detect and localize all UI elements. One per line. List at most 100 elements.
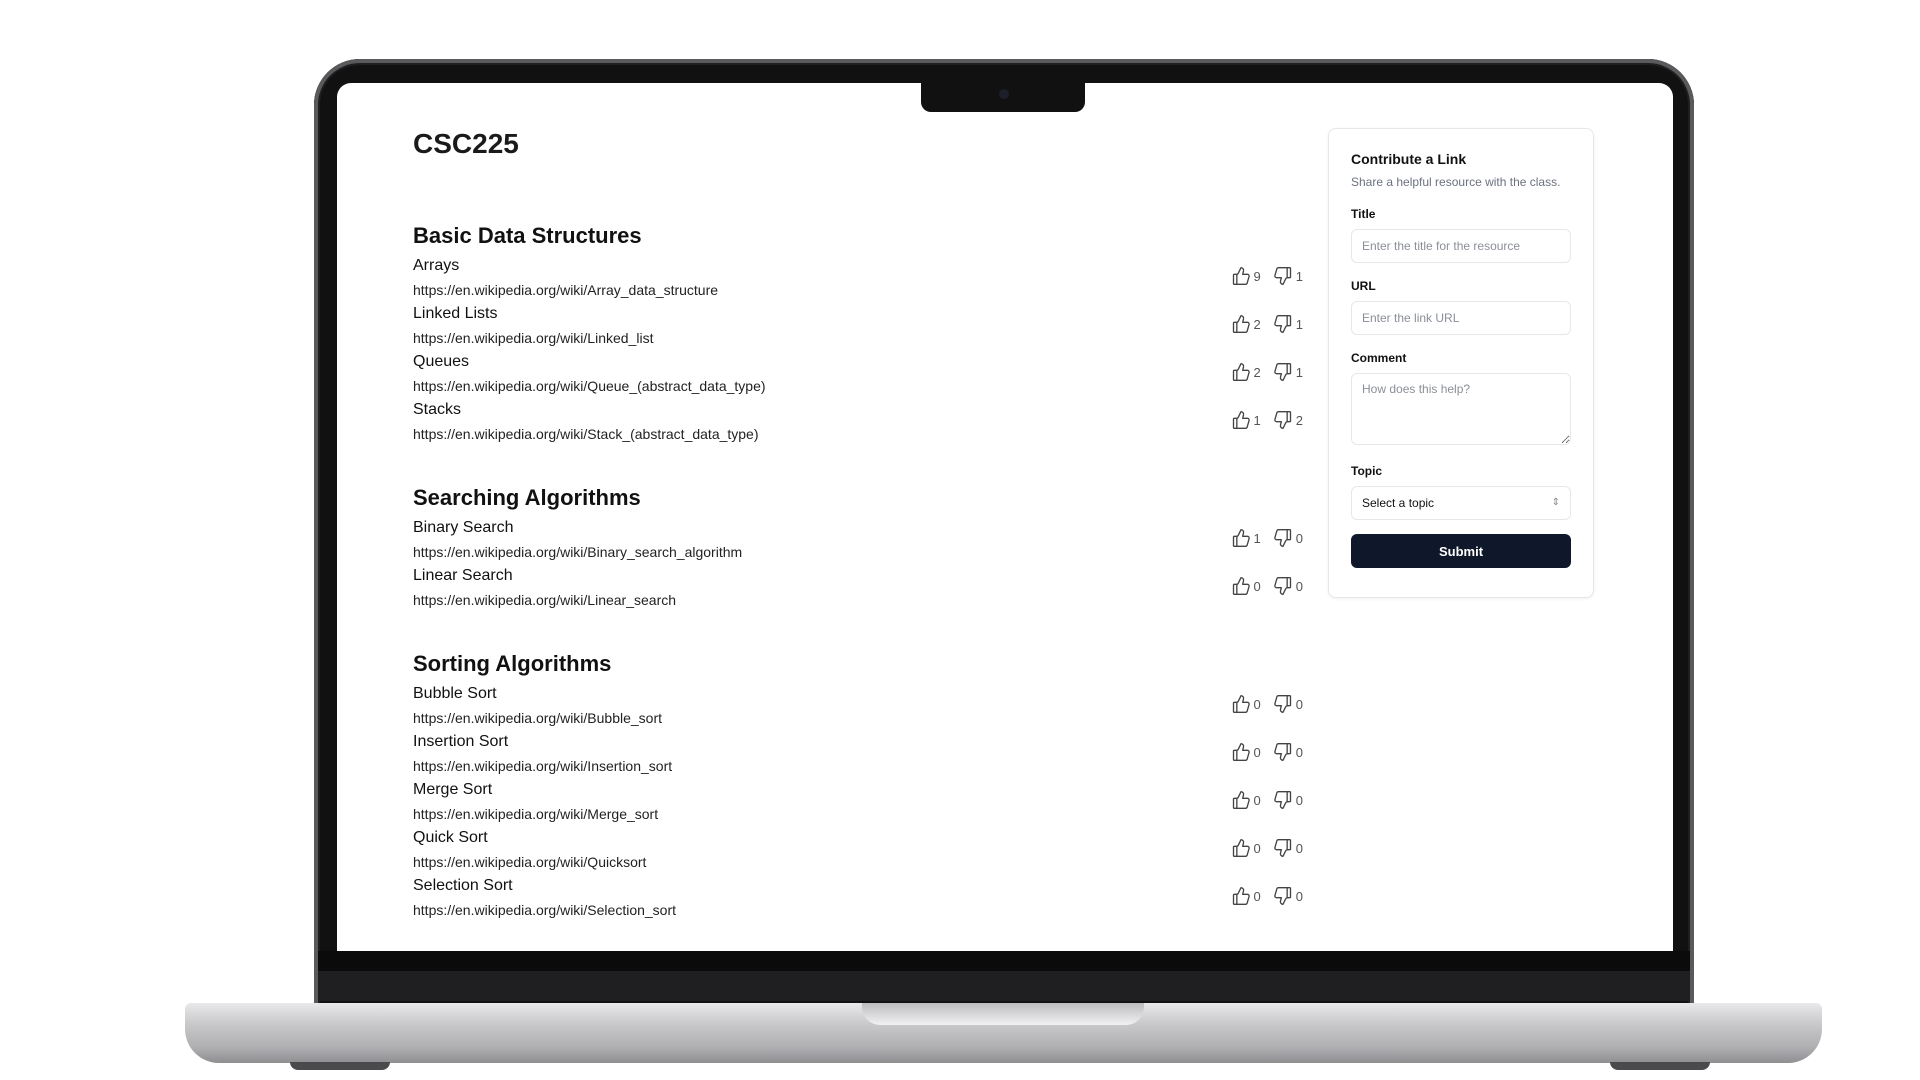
resource-link[interactable]: https://en.wikipedia.org/wiki/Binary_sea…	[413, 540, 1303, 564]
comment-label: Comment	[1351, 351, 1407, 365]
downvote-button[interactable]: 0	[1273, 576, 1303, 596]
downvote-count: 2	[1295, 412, 1303, 428]
downvote-button[interactable]: 0	[1273, 694, 1303, 714]
resource-item: Linear Search https://en.wikipedia.org/wi…	[413, 564, 1303, 612]
upvote-count: 9	[1253, 268, 1261, 284]
downvote-button[interactable]: 0	[1273, 886, 1303, 906]
upvote-button[interactable]: 2	[1231, 314, 1261, 334]
upvote-button[interactable]: 1	[1231, 528, 1261, 548]
resource-title: Queues	[413, 353, 470, 370]
thumbs-down-icon	[1273, 528, 1293, 548]
upvote-count: 1	[1253, 530, 1261, 546]
laptop-base-lip	[862, 1003, 1144, 1025]
resource-link[interactable]: https://en.wikipedia.org/wiki/Bubble_sor…	[413, 706, 1303, 730]
downvote-button[interactable]: 0	[1273, 742, 1303, 762]
resource-link[interactable]: https://en.wikipedia.org/wiki/Merge_sort	[413, 802, 1303, 826]
chevron-up-down-icon: ⇕	[1551, 497, 1560, 508]
downvote-button[interactable]: 0	[1273, 838, 1303, 858]
topic-select[interactable]: Select a topic ⇕	[1351, 486, 1571, 520]
upvote-button[interactable]: 0	[1231, 694, 1261, 714]
resource-title: Binary Search	[413, 519, 514, 536]
vote-controls: 00	[1231, 838, 1303, 858]
section-title: Sorting Algorithms	[413, 651, 612, 676]
thumbs-down-icon	[1273, 314, 1293, 334]
upvote-button[interactable]: 0	[1231, 576, 1261, 596]
upvote-count: 0	[1253, 840, 1261, 856]
upvote-count: 2	[1253, 316, 1261, 332]
downvote-button[interactable]: 1	[1273, 362, 1303, 382]
resource-item: Bubble Sort https://en.wikipedia.org/wiki…	[413, 682, 1303, 730]
downvote-button[interactable]: 0	[1273, 790, 1303, 810]
vote-controls: 10	[1231, 528, 1303, 548]
thumbs-down-icon	[1273, 362, 1293, 382]
upvote-button[interactable]: 0	[1231, 838, 1261, 858]
thumbs-down-icon	[1273, 790, 1293, 810]
section: Basic Data Structures Arrays https://en.wi…	[413, 222, 1303, 446]
resource-title: Bubble Sort	[413, 685, 497, 702]
resource-link[interactable]: https://en.wikipedia.org/wiki/Linear_sea…	[413, 588, 1303, 612]
downvote-count: 0	[1295, 744, 1303, 760]
upvote-button[interactable]: 2	[1231, 362, 1261, 382]
upvote-count: 0	[1253, 744, 1261, 760]
section: Sorting Algorithms Bubble Sort https://en.…	[413, 650, 1303, 922]
thumbs-up-icon	[1231, 314, 1251, 334]
upvote-button[interactable]: 0	[1231, 790, 1261, 810]
resource-link[interactable]: https://en.wikipedia.org/wiki/Queue_(abs…	[413, 374, 1303, 398]
upvote-button[interactable]: 0	[1231, 742, 1261, 762]
thumbs-up-icon	[1231, 410, 1251, 430]
resource-link[interactable]: https://en.wikipedia.org/wiki/Stack_(abs…	[413, 422, 1303, 446]
thumbs-down-icon	[1273, 410, 1293, 430]
downvote-count: 1	[1295, 268, 1303, 284]
page-title: CSC225	[413, 128, 519, 159]
resource-item: Arrays https://en.wikipedia.org/wiki/Arra…	[413, 254, 1303, 302]
vote-controls: 21	[1231, 314, 1303, 334]
upvote-count: 0	[1253, 888, 1261, 904]
resource-title: Merge Sort	[413, 781, 493, 798]
resource-link[interactable]: https://en.wikipedia.org/wiki/Selection_…	[413, 898, 1303, 922]
downvote-button[interactable]: 1	[1273, 314, 1303, 334]
vote-controls: 12	[1231, 410, 1303, 430]
resource-link[interactable]: https://en.wikipedia.org/wiki/Array_data…	[413, 278, 1303, 302]
thumbs-down-icon	[1273, 838, 1293, 858]
downvote-count: 0	[1295, 696, 1303, 712]
upvote-button[interactable]: 9	[1231, 266, 1261, 286]
upvote-count: 1	[1253, 412, 1261, 428]
resource-link[interactable]: https://en.wikipedia.org/wiki/Quicksort	[413, 850, 1303, 874]
contribute-title: Contribute a Link	[1351, 151, 1467, 167]
resource-item: Selection Sort https://en.wikipedia.org/w…	[413, 874, 1303, 922]
section: Searching Algorithms Binary Search https:/…	[413, 484, 1303, 612]
upvote-count: 0	[1253, 792, 1261, 808]
thumbs-up-icon	[1231, 694, 1251, 714]
resource-item: Merge Sort https://en.wikipedia.org/wiki/…	[413, 778, 1303, 826]
title-input[interactable]	[1351, 229, 1571, 263]
comment-textarea[interactable]	[1351, 373, 1571, 445]
resource-title: Selection Sort	[413, 877, 513, 894]
downvote-count: 1	[1295, 364, 1303, 380]
laptop-foot-left	[290, 1062, 390, 1070]
thumbs-up-icon	[1231, 266, 1251, 286]
thumbs-up-icon	[1231, 790, 1251, 810]
resource-item: Stacks https://en.wikipedia.org/wiki/Stac…	[413, 398, 1303, 446]
section-title: Searching Algorithms	[413, 485, 641, 510]
section-title: Basic Data Structures	[413, 223, 642, 248]
topic-label: Topic	[1351, 464, 1383, 478]
title-label: Title	[1351, 207, 1376, 221]
upvote-button[interactable]: 0	[1231, 886, 1261, 906]
thumbs-up-icon	[1231, 362, 1251, 382]
laptop-hinge-lower	[318, 971, 1690, 1001]
upvote-count: 0	[1253, 696, 1261, 712]
laptop-foot-right	[1610, 1062, 1710, 1070]
downvote-button[interactable]: 0	[1273, 528, 1303, 548]
upvote-button[interactable]: 1	[1231, 410, 1261, 430]
resource-link[interactable]: https://en.wikipedia.org/wiki/Linked_lis…	[413, 326, 1303, 350]
resource-link[interactable]: https://en.wikipedia.org/wiki/Insertion_…	[413, 754, 1303, 778]
upvote-count: 2	[1253, 364, 1261, 380]
thumbs-down-icon	[1273, 576, 1293, 596]
url-input[interactable]	[1351, 301, 1571, 335]
camera-icon	[999, 89, 1009, 99]
downvote-button[interactable]: 2	[1273, 410, 1303, 430]
downvote-button[interactable]: 1	[1273, 266, 1303, 286]
downvote-count: 0	[1295, 578, 1303, 594]
submit-button[interactable]: Submit	[1351, 534, 1571, 568]
thumbs-up-icon	[1231, 886, 1251, 906]
